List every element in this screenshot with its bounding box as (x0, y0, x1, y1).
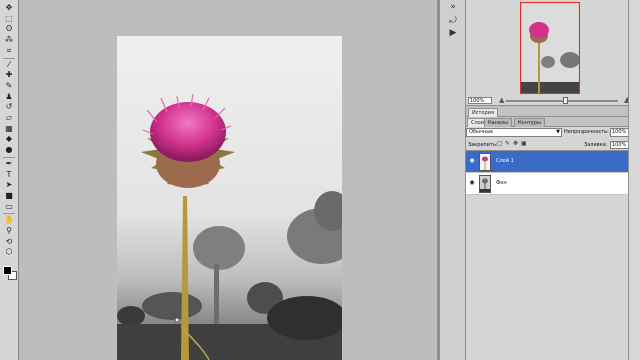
eyedropper-icon[interactable]: ⁄ (2, 60, 16, 70)
navigator-zoom-field[interactable]: 100% (468, 97, 492, 104)
blend-mode-select[interactable]: Обычные ▼ (466, 128, 562, 137)
fill-field[interactable]: 100% (610, 141, 630, 149)
layers-panel: Обычные ▼ Непрозрачность: 100% ▶ Закрепи… (466, 127, 640, 360)
navigator-preview-image (519, 1, 581, 95)
healing-brush-icon[interactable]: ✚ (2, 70, 16, 80)
blend-mode-value: Обычные (469, 129, 494, 135)
fill-label: Заливка: (584, 142, 608, 148)
navigator-thumbnail[interactable] (519, 1, 581, 95)
toolbar-separator (3, 57, 15, 59)
layer-row-background[interactable]: ◉ Фон (466, 173, 628, 195)
layer-name: Фон (496, 180, 507, 186)
clone-stamp-icon[interactable]: ♟ (2, 92, 16, 102)
document-workspace (19, 0, 437, 360)
layer-thumbnail (479, 153, 491, 171)
layer1-thumbnail-image (480, 154, 490, 170)
move-icon[interactable]: ✥ (2, 3, 16, 13)
magic-wand-icon[interactable]: ⁂ (2, 35, 16, 45)
foreground-color-swatch[interactable] (3, 266, 12, 275)
history-tabbar: История (466, 107, 640, 117)
layer-thumbnail (479, 175, 491, 193)
lock-all-icon[interactable]: ▣ (521, 141, 527, 147)
3d-icon[interactable]: ⬡ (2, 247, 16, 257)
lock-transparency-icon[interactable]: ▢ (497, 141, 503, 147)
tab-channels[interactable]: Каналы (484, 118, 513, 127)
brush-icon[interactable]: ✎ (2, 81, 16, 91)
rectangle-shape-icon[interactable]: ■ (2, 191, 16, 201)
pen-icon[interactable]: ✒ (2, 159, 16, 169)
tab-history[interactable]: История (468, 108, 498, 117)
navigator-zoom-slider[interactable] (506, 97, 618, 104)
blur-icon[interactable]: ◆ (2, 134, 16, 144)
zoom-out-icon[interactable]: ▲ (499, 96, 504, 104)
chevron-down-icon: ▼ (556, 129, 560, 135)
visibility-eye-icon[interactable]: ◉ (468, 180, 476, 186)
panel-icon-history[interactable]: ⤾ (447, 16, 459, 26)
zoom-slider-handle[interactable] (563, 97, 568, 104)
crop-icon[interactable]: ⌗ (2, 46, 16, 56)
rotate-view-icon[interactable]: ⟲ (2, 237, 16, 247)
lock-pixels-icon[interactable]: ✎ (505, 141, 511, 147)
history-brush-icon[interactable]: ↺ (2, 102, 16, 112)
type-icon[interactable]: T (2, 170, 16, 180)
tab-paths[interactable]: Контуры (514, 118, 545, 127)
document-canvas[interactable] (117, 36, 342, 360)
notes-icon[interactable]: ▭ (2, 202, 16, 212)
navigator-zoom-bar: 100% ▲ ▲ (466, 95, 640, 105)
dodge-icon[interactable]: ● (2, 145, 16, 155)
panel-scrollbar[interactable] (628, 0, 640, 360)
toolbar-separator (3, 156, 15, 158)
gradient-icon[interactable]: ▦ (2, 124, 16, 134)
tools-panel: ✥ ⬚ ʘ ⁂ ⌗ ⁄ ✚ ✎ ♟ ↺ ▱ ▦ ◆ ● ✒ T ➤ ■ ▭ ✋ ⚲ ⟲ ⬡ (0, 0, 19, 360)
thistle-photo (117, 36, 342, 360)
path-selection-icon[interactable]: ➤ (2, 180, 16, 190)
zoom-icon[interactable]: ⚲ (2, 226, 16, 236)
panel-icon-strip: » ⤾ ▶ (440, 0, 466, 360)
marquee-icon[interactable]: ⬚ (2, 14, 16, 24)
lock-label: Закрепить: (468, 142, 498, 148)
panel-icon-actions[interactable]: ▶ (447, 28, 459, 38)
lock-position-icon[interactable]: ✥ (513, 141, 519, 147)
collapse-arrows-icon[interactable]: » (447, 2, 459, 12)
layer-row-layer1[interactable]: ◉ Слой 1 (466, 151, 628, 173)
layers-tabbar: Слои Каналы Контуры (466, 117, 640, 127)
eraser-icon[interactable]: ▱ (2, 113, 16, 123)
lasso-icon[interactable]: ʘ (2, 24, 16, 34)
layers-list: ◉ Слой 1 ◉ Фон (466, 150, 628, 195)
opacity-field[interactable]: 100% (610, 128, 630, 137)
hand-icon[interactable]: ✋ (2, 215, 16, 225)
visibility-eye-icon[interactable]: ◉ (468, 158, 476, 164)
layer-name: Слой 1 (496, 158, 514, 164)
opacity-label: Непрозрачность: (564, 129, 609, 135)
background-thumbnail-image (480, 176, 490, 192)
navigator-panel: 100% ▲ ▲ (466, 0, 640, 106)
